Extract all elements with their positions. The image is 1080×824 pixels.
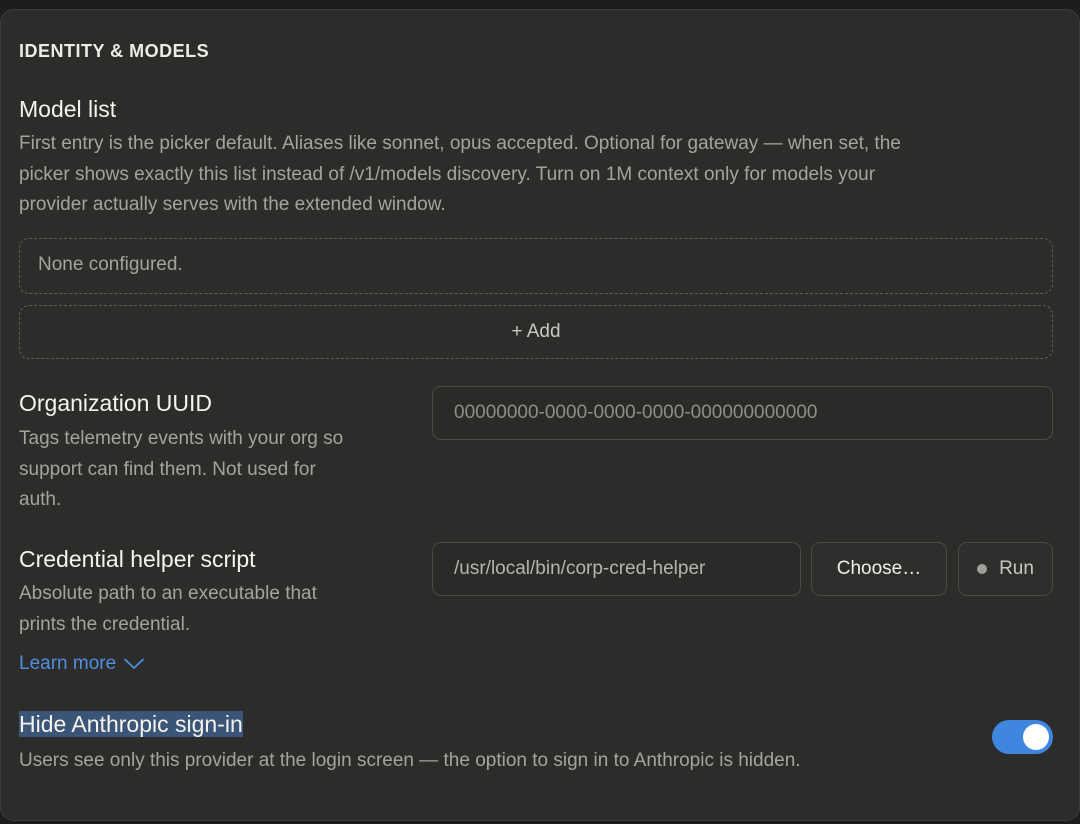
org-uuid-description-line: auth. [19,489,62,510]
model-list-label: Model list [19,96,117,122]
credential-helper-description-line: Absolute path to an executable that [19,583,317,604]
section-title: IDENTITY & MODELS [19,41,210,61]
hide-signin-toggle[interactable] [992,720,1053,754]
credential-helper-label: Credential helper script [19,546,256,572]
credential-helper-description-line: prints the credential. [19,613,191,635]
org-uuid-description: Tags telemetry events with your org so s… [19,424,343,516]
model-list-description-line: picker shows exactly this list instead o… [19,163,876,185]
model-list-description-line: provider actually serves with the extend… [19,194,446,215]
credential-helper-path-input[interactable]: /usr/local/bin/corp-cred-helper [432,542,801,596]
org-uuid-description-line: Tags telemetry events with your org so [19,428,344,449]
org-uuid-label: Organization UUID [19,390,213,416]
org-uuid-input[interactable]: 00000000-0000-0000-0000-000000000000 [432,386,1053,440]
hide-signin-label-text: Hide Anthropic sign-in [19,711,243,737]
identity-models-panel: IDENTITY & MODELS Model list First entry… [0,9,1080,821]
add-model-button[interactable]: + Add [19,305,1053,359]
hide-signin-description: Users see only this provider at the logi… [19,750,801,771]
learn-more-link[interactable]: Learn more [19,653,145,675]
org-uuid-description-line: support can find them. Not used for [19,458,316,480]
model-list-description: First entry is the picker default. Alias… [19,129,901,221]
learn-more-label: Learn more [19,653,117,674]
hide-signin-label: Hide Anthropic sign-in [19,711,243,738]
model-list-empty-text: None configured. [38,254,183,275]
model-list-description-line: First entry is the picker default. Alias… [19,133,901,154]
model-list-empty-state: None configured. [19,238,1053,294]
status-dot-icon [977,564,988,574]
choose-file-button[interactable]: Choose… [811,542,947,596]
run-button-label: Run [999,558,1034,579]
credential-helper-description: Absolute path to an executable that prin… [19,579,317,640]
run-button[interactable]: Run [958,542,1053,596]
chevron-down-icon [124,658,145,669]
toggle-knob [1023,724,1049,750]
